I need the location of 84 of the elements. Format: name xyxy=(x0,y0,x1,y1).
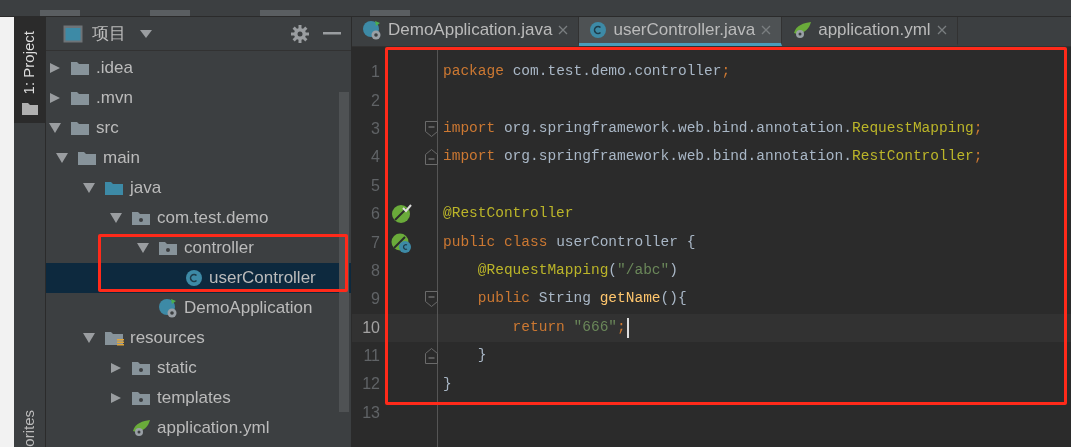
fold-marker-icon[interactable] xyxy=(424,348,438,365)
tree-item[interactable]: application.yml xyxy=(46,413,351,443)
close-icon[interactable] xyxy=(558,25,569,35)
editor-tab[interactable]: application.yml xyxy=(782,17,958,46)
tree-item[interactable]: src xyxy=(46,113,351,143)
tree-item[interactable]: resources xyxy=(46,323,351,353)
expand-arrow-icon[interactable] xyxy=(83,333,95,343)
tree-item-label: src xyxy=(96,117,119,140)
line-number: 11 xyxy=(362,346,380,367)
tree-item[interactable]: com.test.demo xyxy=(46,203,351,233)
line-number: 7 xyxy=(370,232,380,253)
class-gear-icon xyxy=(158,298,178,318)
tree-item-label: .mvn xyxy=(96,87,133,110)
fold-marker-icon[interactable] xyxy=(424,120,438,137)
settings-icon[interactable] xyxy=(291,24,309,43)
bean-check-icon[interactable] xyxy=(391,203,413,226)
tree-item[interactable]: controller xyxy=(46,233,351,263)
window-icon xyxy=(63,24,83,43)
line-number: 6 xyxy=(370,204,380,225)
tree-item-label: controller xyxy=(184,237,254,260)
project-tool-tab[interactable]: 1: Project xyxy=(14,17,45,124)
class-icon xyxy=(185,269,203,287)
tree-item[interactable]: templates xyxy=(46,383,351,413)
expand-arrow-icon[interactable] xyxy=(49,63,61,73)
line-number: 1 xyxy=(370,62,380,83)
fold-marker-icon[interactable] xyxy=(424,149,438,166)
tree-item-label: com.test.demo xyxy=(157,207,269,230)
expand-arrow-icon[interactable] xyxy=(110,213,122,223)
text-cursor xyxy=(626,317,629,338)
code-line: import org.springframework.web.bind.annotation.RequestMapping; xyxy=(443,119,983,139)
panel-title[interactable]: 项目 xyxy=(92,20,126,47)
tree-item-label: templates xyxy=(157,387,231,410)
bean-class-icon[interactable] xyxy=(391,231,413,254)
code-line: import org.springframework.web.bind.annotation.RestController; xyxy=(443,147,983,167)
expand-arrow-icon[interactable] xyxy=(137,243,149,253)
editor-tab[interactable]: DemoApplication.java xyxy=(352,17,580,46)
tree-item[interactable]: static xyxy=(46,353,351,383)
expand-arrow-icon[interactable] xyxy=(83,183,95,193)
class-gear-icon xyxy=(362,20,382,40)
tree-item[interactable]: .idea xyxy=(46,53,351,83)
tree-item[interactable]: main xyxy=(46,143,351,173)
expand-arrow-icon[interactable] xyxy=(110,363,122,373)
fold-marker-icon[interactable] xyxy=(424,291,438,308)
line-number: 12 xyxy=(361,374,380,395)
dropdown-caret-icon[interactable] xyxy=(140,29,152,38)
line-number: 3 xyxy=(370,118,380,139)
minimize-icon[interactable] xyxy=(323,31,341,36)
tree-item[interactable]: DemoApplication xyxy=(46,293,351,323)
code-line: public String getName(){ xyxy=(476,289,687,309)
tree-item[interactable]: .mvn xyxy=(46,83,351,113)
tree-item-label: DemoApplication xyxy=(184,297,313,320)
tree-item-label: userController xyxy=(209,267,316,290)
leaf-gear-icon xyxy=(792,21,813,39)
expand-arrow-icon[interactable] xyxy=(49,123,61,133)
expand-arrow-icon[interactable] xyxy=(49,93,61,103)
tree-item-label: static xyxy=(157,357,197,380)
close-icon[interactable] xyxy=(936,25,947,35)
tree-item-label: resources xyxy=(130,327,205,350)
editor-tab[interactable]: userController.java xyxy=(579,17,783,46)
leaf-gear-icon xyxy=(131,419,151,437)
line-number: 2 xyxy=(370,90,380,111)
line-number: 5 xyxy=(370,175,380,196)
tree-item-label: java xyxy=(130,177,162,200)
code-line: } xyxy=(476,346,487,366)
class-icon xyxy=(589,21,608,39)
line-number: 10 xyxy=(361,317,380,338)
favorites-tool-tab[interactable]: orites xyxy=(14,410,45,447)
line-number: 4 xyxy=(370,147,380,168)
code-line: public class userController { xyxy=(443,232,696,252)
line-number: 13 xyxy=(361,402,380,423)
code-line: return "666"; xyxy=(511,317,626,337)
code-line: package com.test.demo.controller; xyxy=(443,62,731,82)
scrollbar[interactable] xyxy=(339,92,349,412)
line-number: 8 xyxy=(370,260,380,281)
code-line: } xyxy=(443,374,452,394)
expand-arrow-icon[interactable] xyxy=(56,153,68,163)
tree-item-label: application.yml xyxy=(157,417,270,440)
code-line: @RequestMapping("/abc") xyxy=(476,261,678,281)
expand-arrow-icon[interactable] xyxy=(110,393,122,403)
code-line: @RestController xyxy=(443,204,574,224)
tree-item-label: main xyxy=(103,147,140,170)
tree-item-label: .idea xyxy=(96,57,133,80)
tree-item[interactable]: java xyxy=(46,173,351,203)
line-number: 9 xyxy=(370,289,380,310)
